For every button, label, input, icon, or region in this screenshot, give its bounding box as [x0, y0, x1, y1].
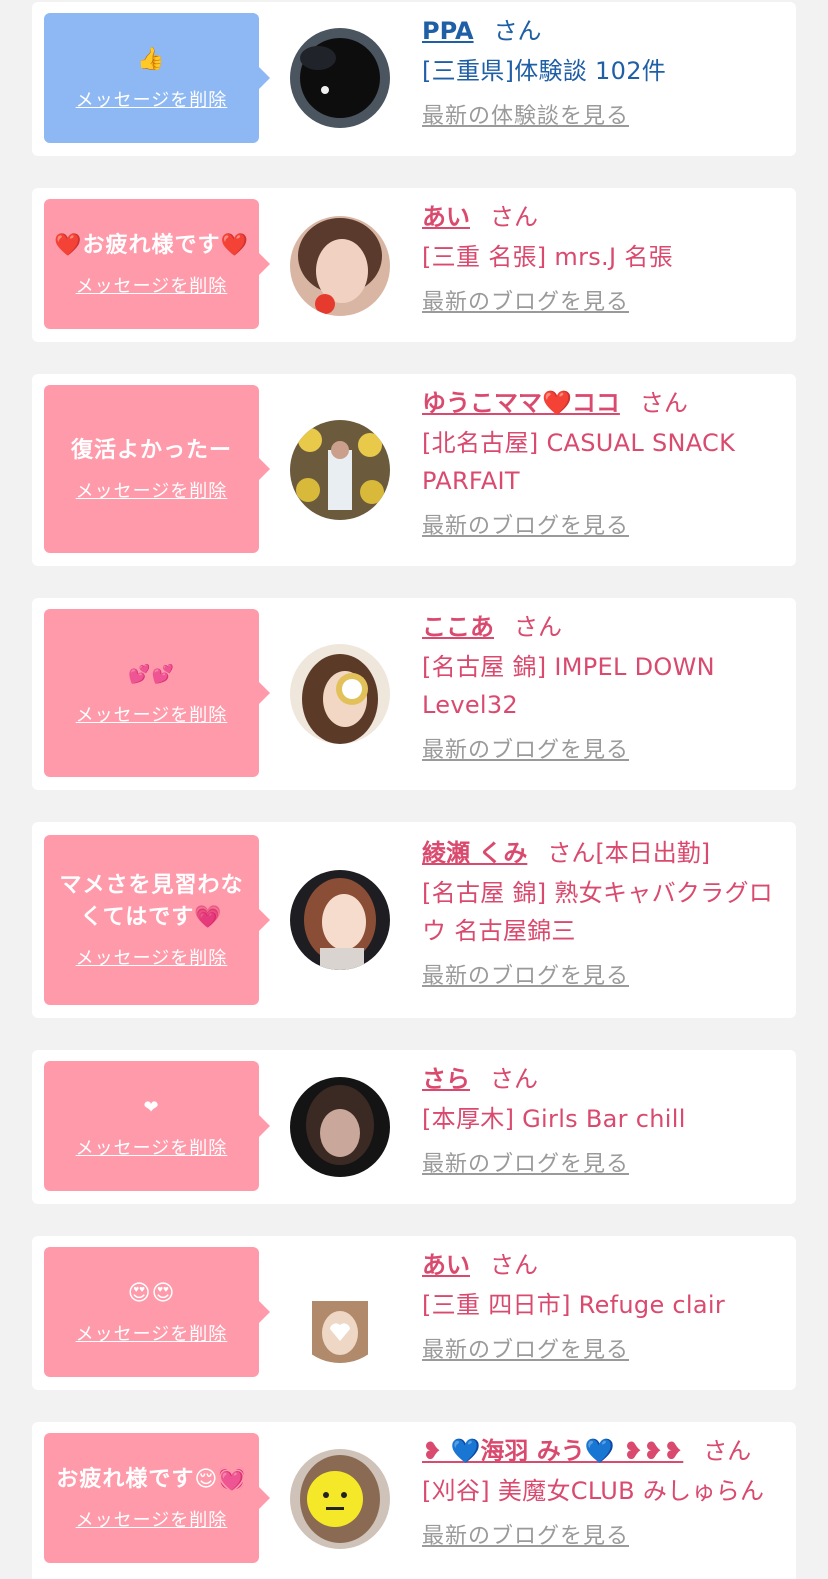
list-item: 復活よかったー メッセージを削除 ゆうこママ❤️ココ さん [北名古屋] CASU…: [32, 374, 796, 566]
user-name-link[interactable]: ゆうこママ❤️ココ: [422, 389, 620, 417]
item-info: ❥ 💙海羽 みう💙 ❥❥❥ さん [刈谷] 美魔女CLUB みしゅらん 最新のブロ…: [422, 1434, 782, 1550]
message-text: 😍😍: [127, 1281, 176, 1306]
message-bubble: ❤ メッセージを削除: [44, 1061, 270, 1191]
delete-message-link[interactable]: メッセージを削除: [76, 944, 228, 970]
message-bubble: 👍 メッセージを削除: [44, 13, 270, 143]
message-bubble: マメさを見習わなくてはです💗 メッセージを削除: [44, 835, 270, 1005]
honorific: さん: [490, 1251, 538, 1279]
list-item: マメさを見習わなくてはです💗 メッセージを削除 綾瀬 くみ さん[本日出勤] [名…: [32, 822, 796, 1018]
avatar[interactable]: [290, 216, 390, 316]
avatar[interactable]: [290, 1077, 390, 1177]
shop-info: [三重 四日市] Refuge clair: [422, 1291, 726, 1319]
avatar[interactable]: [290, 1263, 390, 1363]
latest-post-link[interactable]: 最新のブログを見る: [422, 1146, 629, 1178]
message-text: マメさを見習わなくてはです💗: [59, 873, 244, 930]
shop-info: [刈谷] 美魔女CLUB みしゅらん: [422, 1477, 765, 1505]
delete-message-link[interactable]: メッセージを削除: [76, 86, 228, 112]
message-text: 復活よかったー: [70, 438, 232, 463]
delete-message-link[interactable]: メッセージを削除: [76, 477, 228, 503]
delete-message-link[interactable]: メッセージを削除: [76, 1134, 228, 1160]
item-info: ゆうこママ❤️ココ さん [北名古屋] CASUAL SNACK PARFAIT …: [422, 386, 782, 540]
shop-info: [本厚木] Girls Bar chill: [422, 1105, 686, 1133]
user-name-link[interactable]: さら: [422, 1065, 470, 1093]
message-bubble: ❤️お疲れ様です❤️ メッセージを削除: [44, 199, 270, 329]
delete-message-link[interactable]: メッセージを削除: [76, 1506, 228, 1532]
message-text: 👍: [137, 47, 166, 72]
user-name-link[interactable]: あい: [422, 1251, 470, 1279]
latest-post-link[interactable]: 最新のブログを見る: [422, 958, 629, 990]
honorific: さん: [639, 389, 688, 417]
latest-post-link[interactable]: 最新のブログを見る: [422, 508, 629, 540]
shop-info: [三重県]体験談 102件: [422, 57, 667, 85]
item-info: ここあ さん [名古屋 錦] IMPEL DOWN Level32 最新のブログを…: [422, 610, 782, 764]
avatar[interactable]: [290, 420, 390, 520]
item-info: あい さん [三重 名張] mrs.J 名張 最新のブログを見る: [422, 200, 782, 316]
user-name-link[interactable]: PPA: [422, 17, 474, 45]
message-text: ❤️お疲れ様です❤️: [54, 233, 249, 258]
list-item: ❤ メッセージを削除 さら さん [本厚木] Girls Bar chill 最新…: [32, 1050, 796, 1204]
item-info: さら さん [本厚木] Girls Bar chill 最新のブログを見る: [422, 1062, 782, 1178]
message-text: 💕💕: [128, 664, 175, 685]
list-item: 💕💕 メッセージを削除 ここあ さん [名古屋 錦] IMPEL DOWN Lev…: [32, 598, 796, 790]
honorific: さん: [514, 613, 562, 641]
message-bubble: お疲れ様です😌💓 メッセージを削除: [44, 1433, 270, 1563]
user-name-link[interactable]: 綾瀬 くみ: [422, 839, 527, 867]
user-name-link[interactable]: ❥ 💙海羽 みう💙 ❥❥❥: [422, 1437, 683, 1465]
message-text: お疲れ様です😌💓: [56, 1467, 247, 1492]
latest-post-link[interactable]: 最新の体験談を見る: [422, 98, 629, 130]
latest-post-link[interactable]: 最新のブログを見る: [422, 284, 629, 316]
user-name-link[interactable]: あい: [422, 203, 470, 231]
message-bubble: 復活よかったー メッセージを削除: [44, 385, 270, 553]
shop-info: [三重 名張] mrs.J 名張: [422, 243, 673, 271]
delete-message-link[interactable]: メッセージを削除: [76, 272, 228, 298]
message-text: ❤: [143, 1097, 160, 1118]
message-bubble: 💕💕 メッセージを削除: [44, 609, 270, 777]
latest-post-link[interactable]: 最新のブログを見る: [422, 1332, 629, 1364]
list-item: 😍😍 メッセージを削除 あい さん [三重 四日市] Refuge clair 最…: [32, 1236, 796, 1390]
latest-post-link[interactable]: 最新のブログを見る: [422, 1518, 629, 1550]
item-info: PPA さん [三重県]体験談 102件 最新の体験談を見る: [422, 14, 782, 130]
message-bubble: 😍😍 メッセージを削除: [44, 1247, 270, 1377]
user-name-link[interactable]: ここあ: [422, 613, 494, 641]
avatar[interactable]: [290, 644, 390, 744]
delete-message-link[interactable]: メッセージを削除: [76, 701, 228, 727]
honorific: さん: [490, 203, 538, 231]
honorific: さん: [490, 1065, 538, 1093]
delete-message-link[interactable]: メッセージを削除: [76, 1320, 228, 1346]
status-suffix: [本日出勤]: [595, 839, 711, 867]
avatar[interactable]: [290, 870, 390, 970]
item-info: あい さん [三重 四日市] Refuge clair 最新のブログを見る: [422, 1248, 782, 1364]
list-item: 👍 メッセージを削除 PPA さん [三重県]体験談 102件 最新の体験談を見る: [32, 2, 796, 156]
latest-post-link[interactable]: 最新のブログを見る: [422, 732, 629, 764]
item-info: 綾瀬 くみ さん[本日出勤] [名古屋 錦] 熟女キャバクラグロウ 名古屋錦三 最…: [422, 836, 782, 990]
shop-info: [北名古屋] CASUAL SNACK PARFAIT: [422, 429, 736, 495]
list-item: お疲れ様です😌💓 メッセージを削除 ❥ 💙海羽 みう💙 ❥❥❥ さん [刈谷] 美…: [32, 1422, 796, 1579]
honorific: さん: [547, 839, 596, 867]
honorific: さん: [493, 17, 542, 45]
shop-info: [名古屋 錦] 熟女キャバクラグロウ 名古屋錦三: [422, 879, 774, 945]
list-item: ❤️お疲れ様です❤️ メッセージを削除 あい さん [三重 名張] mrs.J 名…: [32, 188, 796, 342]
avatar[interactable]: [290, 28, 390, 128]
avatar[interactable]: [290, 1449, 390, 1549]
honorific: さん: [703, 1437, 752, 1465]
shop-info: [名古屋 錦] IMPEL DOWN Level32: [422, 653, 715, 719]
